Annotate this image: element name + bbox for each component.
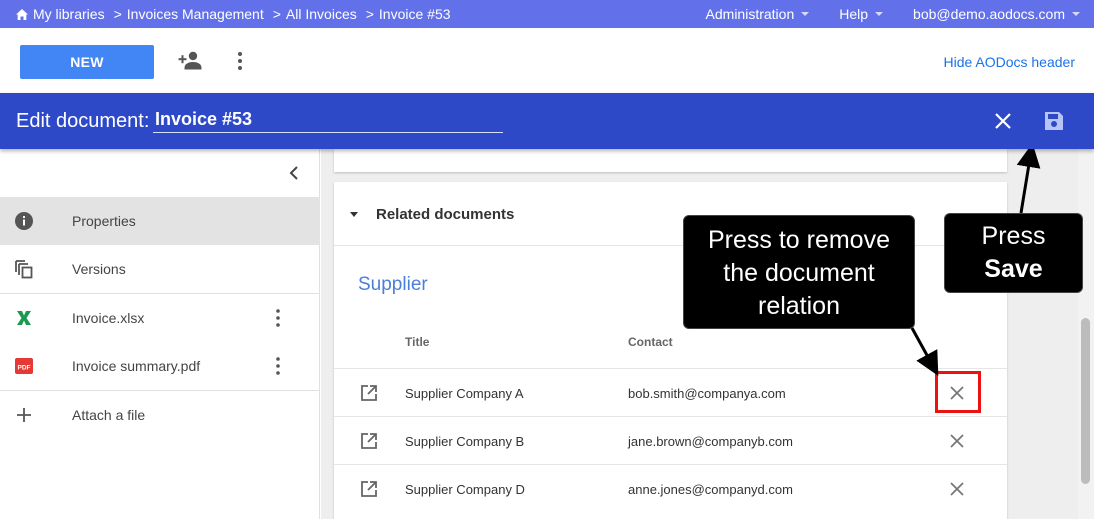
callout-line: Save [984, 255, 1043, 283]
sidebar-item-invoice-xlsx[interactable]: Invoice.xlsx [0, 294, 320, 342]
sidebar-item-label: Properties [72, 213, 136, 229]
administration-label: Administration [705, 6, 795, 22]
home-icon [16, 8, 28, 20]
open-in-new-icon[interactable] [360, 384, 378, 402]
plus-icon [14, 405, 34, 425]
open-in-new-icon[interactable] [360, 432, 378, 450]
versions-icon [14, 259, 34, 279]
chevron-down-icon [875, 12, 884, 16]
share-user-button[interactable] [178, 50, 204, 72]
sidebar-item-label: Attach a file [72, 407, 146, 423]
breadcrumb-invoice-53[interactable]: Invoice #53 [379, 6, 451, 22]
row-contact: bob.smith@companya.com [628, 386, 786, 401]
more-vert-icon [238, 52, 242, 70]
sidebar-item-versions[interactable]: Versions [0, 245, 320, 293]
remove-relation-callout: Press to remove the document relation [683, 215, 915, 329]
row-title: Supplier Company D [405, 482, 525, 497]
user-menu[interactable]: bob@demo.aodocs.com [913, 6, 1080, 22]
toolbar: NEW Hide AODocs header [0, 28, 1094, 93]
callout-line: the document [723, 259, 875, 287]
pdf-icon: PDF [14, 356, 34, 376]
callout-line: Press [981, 222, 1046, 250]
user-email: bob@demo.aodocs.com [913, 6, 1065, 22]
edit-document-header: Edit document: Invoice #53 [0, 93, 1094, 149]
more-vert-icon[interactable] [270, 308, 286, 328]
sidebar-item-label: Invoice summary.pdf [72, 358, 201, 374]
breadcrumb-separator: > [365, 6, 374, 22]
breadcrumb-separator: > [113, 6, 122, 22]
row-contact: anne.jones@companyd.com [628, 482, 793, 497]
save-icon[interactable] [1044, 111, 1064, 131]
remove-relation-icon[interactable] [948, 480, 966, 498]
administration-menu[interactable]: Administration [706, 6, 810, 22]
sidebar-item-attach-file[interactable]: Attach a file [0, 391, 320, 439]
main-content: Related documents Supplier Title Contact… [321, 149, 1094, 519]
table-row: Supplier Company D anne.jones@companyd.c… [334, 464, 1007, 512]
edit-document-label: Edit document: [16, 110, 150, 132]
chevron-left-icon[interactable] [286, 165, 302, 181]
new-button[interactable]: NEW [20, 45, 154, 79]
chevron-down-icon [801, 12, 810, 16]
sidebar-item-label: Invoice.xlsx [72, 310, 145, 326]
callout-line: Press to remove [707, 226, 890, 254]
table-row: Supplier Company A bob.smith@companya.co… [334, 368, 1007, 416]
breadcrumb-invoices-management[interactable]: Invoices Management [127, 6, 264, 22]
column-header-title: Title [405, 335, 430, 349]
help-menu[interactable]: Help [839, 6, 884, 22]
related-documents-title: Related documents [376, 206, 515, 223]
document-title-input[interactable]: Invoice #53 [153, 109, 503, 133]
table-row: Supplier Company B jane.brown@companyb.c… [334, 416, 1007, 464]
expand-arrow-icon [350, 212, 358, 217]
help-label: Help [839, 6, 869, 22]
hide-aodocs-header-link[interactable]: Hide AODocs header [943, 54, 1075, 70]
open-in-new-icon[interactable] [360, 480, 378, 498]
scrollbar-thumb[interactable] [1081, 318, 1090, 484]
excel-icon [14, 308, 34, 328]
svg-text:PDF: PDF [18, 365, 31, 372]
supplier-section-title: Supplier [358, 274, 428, 295]
breadcrumb-separator: > [272, 6, 281, 22]
breadcrumb-my-libraries[interactable]: My libraries [33, 6, 105, 22]
sidebar-item-invoice-summary-pdf[interactable]: PDF Invoice summary.pdf [0, 342, 320, 390]
press-save-callout: Press Save [944, 213, 1083, 293]
row-contact: jane.brown@companyb.com [628, 434, 793, 449]
breadcrumb: My libraries > Invoices Management > All… [16, 6, 451, 22]
document-sidebar: Properties Versions Invoice.xlsx PDF Inv… [0, 149, 320, 519]
more-vert-icon[interactable] [270, 356, 286, 376]
info-icon [14, 211, 34, 231]
sidebar-item-label: Versions [72, 261, 126, 277]
row-title: Supplier Company A [405, 386, 524, 401]
breadcrumb-all-invoices[interactable]: All Invoices [286, 6, 357, 22]
remove-highlight-box [935, 371, 981, 413]
row-title: Supplier Company B [405, 434, 525, 449]
chevron-down-icon [1072, 12, 1080, 16]
column-header-contact: Contact [628, 335, 673, 349]
top-nav-bar: My libraries > Invoices Management > All… [0, 0, 1094, 28]
callout-line: relation [758, 292, 840, 320]
sidebar-item-properties[interactable]: Properties [0, 197, 320, 245]
properties-card [334, 149, 1007, 172]
more-options-button[interactable] [232, 50, 248, 72]
close-icon[interactable] [992, 110, 1014, 132]
remove-relation-icon[interactable] [948, 432, 966, 450]
add-person-icon [178, 51, 202, 70]
